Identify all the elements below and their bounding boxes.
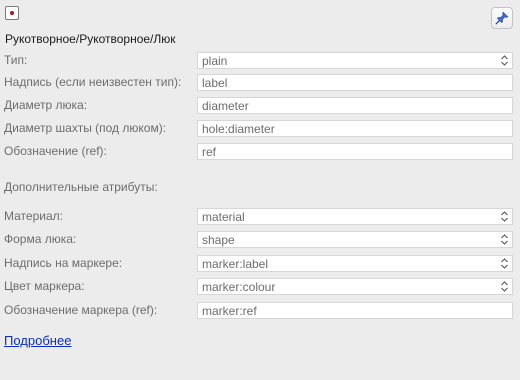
marker-colour-combo[interactable]: marker:colour (197, 278, 513, 295)
updown-arrows-icon (500, 279, 509, 294)
marker-ref-value: marker:ref (202, 304, 257, 318)
inscription-row: Надпись (если неизвестен тип): label (0, 74, 520, 91)
ref-input[interactable]: ref (197, 143, 513, 160)
hole-diameter-label: Диаметр шахты (под люком): (4, 121, 167, 135)
marker-label-label: Надпись на маркере: (4, 256, 123, 270)
diameter-value: diameter (202, 99, 249, 113)
marker-colour-value: marker:colour (202, 280, 276, 294)
marker-ref-input[interactable]: marker:ref (197, 302, 513, 319)
diameter-label: Диаметр люка: (4, 98, 88, 112)
updown-arrows-icon (500, 53, 509, 68)
preset-icon-dot (10, 11, 14, 15)
inscription-value: label (202, 76, 228, 90)
material-row: Материал: material (0, 208, 520, 225)
marker-ref-row: Обозначение маркера (ref): marker:ref (0, 302, 520, 319)
updown-arrows-icon (500, 256, 509, 271)
shape-row: Форма люка: shape (0, 231, 520, 248)
updown-arrows-icon (500, 232, 509, 247)
marker-colour-label: Цвет маркера: (4, 279, 85, 293)
type-row: Тип: plain (0, 52, 520, 69)
type-label: Тип: (4, 53, 28, 67)
marker-ref-label: Обозначение маркера (ref): (4, 303, 158, 317)
material-value: material (202, 210, 245, 224)
diameter-input[interactable]: diameter (197, 97, 513, 114)
type-value: plain (202, 54, 228, 68)
preset-title: Рукотворное/Рукотворное/Люк (5, 32, 176, 46)
marker-label-combo[interactable]: marker:label (197, 255, 513, 272)
inscription-input[interactable]: label (197, 74, 513, 91)
manhole-preset-icon (5, 6, 19, 20)
ref-label: Обозначение (ref): (4, 144, 107, 158)
hole-diameter-value: hole:diameter (202, 122, 275, 136)
more-info-link[interactable]: Подробнее (4, 333, 71, 348)
shape-combo[interactable]: shape (197, 231, 513, 248)
ref-row: Обозначение (ref): ref (0, 143, 520, 160)
marker-colour-row: Цвет маркера: marker:colour (0, 278, 520, 295)
hole-diameter-row: Диаметр шахты (под люком): hole:diameter (0, 120, 520, 137)
type-combo[interactable]: plain (197, 52, 513, 69)
marker-label-value: marker:label (202, 257, 269, 271)
shape-label: Форма люка: (4, 232, 77, 246)
diameter-row: Диаметр люка: diameter (0, 97, 520, 114)
additional-attributes-heading: Дополнительные атрибуты: (4, 180, 158, 194)
shape-value: shape (202, 233, 235, 247)
updown-arrows-icon (500, 209, 509, 224)
inscription-label: Надпись (если неизвестен тип): (4, 75, 182, 89)
hole-diameter-input[interactable]: hole:diameter (197, 120, 513, 137)
material-combo[interactable]: material (197, 208, 513, 225)
marker-label-row: Надпись на маркере: marker:label (0, 255, 520, 272)
ref-value: ref (202, 145, 217, 159)
pushpin-icon (495, 11, 509, 25)
pin-button[interactable] (491, 7, 513, 29)
material-label: Материал: (4, 209, 63, 223)
